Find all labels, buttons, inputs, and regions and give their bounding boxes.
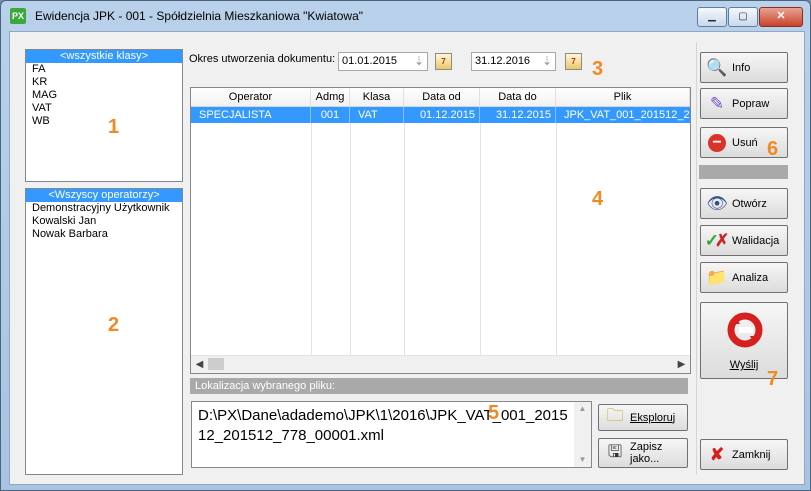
window-title: Ewidencja JPK - 001 - Spółdzielnia Miesz… — [35, 9, 364, 23]
explore-label: Eksploruj — [630, 411, 676, 424]
close-label: Zamknij — [732, 448, 771, 461]
column-header-data-od[interactable]: Data od — [404, 88, 480, 106]
cell-data-od: 01.12.2015 — [404, 107, 480, 123]
cell-klasa: VAT — [350, 107, 404, 123]
operator-item[interactable]: Kowalski Jan — [26, 215, 182, 228]
eye-icon: 👁 — [706, 193, 728, 213]
open-label: Otwórz — [732, 197, 767, 210]
column-header-admg[interactable]: Admg — [311, 88, 350, 106]
cell-data-do: 31.12.2015 — [480, 107, 556, 123]
period-label: Okres utworzenia dokumentu: — [189, 53, 336, 65]
file-path-textbox[interactable]: D:\PX\Dane\adademo\JPK\1\2016\JPK_VAT_00… — [191, 401, 592, 468]
cell-plik: JPK_VAT_001_201512_2 — [564, 109, 690, 121]
folder-icon: 🗀 — [606, 406, 624, 425]
delete-label: Usuń — [732, 136, 758, 149]
open-button[interactable]: 👁 Otwórz — [700, 188, 788, 219]
grid-header: Operator Admg Klasa Data od Data do Plik — [191, 88, 690, 107]
operator-item[interactable]: <Wszyscy operatorzy> — [26, 189, 182, 202]
explore-button[interactable]: 🗀 Eksploruj — [598, 404, 688, 431]
marker-3: 3 — [592, 58, 604, 80]
close-x-icon: ✘ — [709, 444, 725, 464]
operator-item[interactable]: Nowak Barbara — [26, 228, 182, 241]
edit-label: Popraw — [732, 97, 770, 110]
minimize-button[interactable]: ▁ — [697, 7, 727, 27]
class-listbox[interactable]: <wszystkie klasy> FA KR MAG VAT WB — [25, 49, 183, 182]
column-divider — [311, 123, 312, 356]
location-label-bar: Lokalizacja wybranego pliku: — [190, 378, 688, 394]
cell-operator: SPECJALISTA — [191, 107, 311, 123]
scroll-up-icon[interactable]: ▲ — [574, 402, 591, 416]
horizontal-scrollbar[interactable]: ◀ ▶ — [191, 355, 690, 373]
close-window-button[interactable]: ✕ — [759, 7, 803, 27]
class-item[interactable]: MAG — [26, 89, 182, 102]
column-header-klasa[interactable]: Klasa — [350, 88, 404, 106]
calendar-from-icon[interactable]: 7 — [435, 53, 452, 70]
marker-5: 5 — [488, 402, 500, 424]
class-item[interactable]: VAT — [26, 102, 182, 115]
marker-2: 2 — [108, 314, 120, 336]
documents-grid[interactable]: Operator Admg Klasa Data od Data do Plik… — [190, 87, 691, 374]
class-item[interactable]: KR — [26, 76, 182, 89]
column-header-data-do[interactable]: Data do — [480, 88, 556, 106]
magnifier-icon: 🔍 — [706, 57, 728, 77]
marker-7: 7 — [767, 368, 779, 390]
cell-admg: 001 — [311, 107, 350, 123]
title-bar[interactable]: PX Ewidencja JPK - 001 - Spółdzielnia Mi… — [1, 1, 810, 31]
validate-button[interactable]: ✓ ✗ Walidacja — [700, 225, 788, 256]
refresh-arrows-icon — [726, 311, 764, 349]
binder-icon: 📁 — [706, 267, 728, 287]
dropdown-arrow-icon[interactable]: ⇣ — [542, 53, 552, 70]
panel-separator — [699, 165, 788, 179]
analyze-button[interactable]: 📁 Analiza — [700, 262, 788, 293]
marker-1: 1 — [108, 116, 120, 138]
floppy-disk-icon: 🖫 — [607, 441, 623, 461]
dropdown-arrow-icon[interactable]: ⇣ — [414, 53, 424, 70]
column-divider — [480, 123, 481, 356]
marker-6: 6 — [767, 138, 779, 160]
save-as-label: Zapisz jako... — [630, 441, 663, 465]
scroll-down-icon[interactable]: ▼ — [574, 453, 591, 467]
date-to-value: 31.12.2016 — [475, 55, 531, 67]
operator-item[interactable]: Demonstracyjny Użytkownik — [26, 202, 182, 215]
column-header-operator[interactable]: Operator — [191, 88, 311, 106]
vertical-scrollbar[interactable]: ▲ ▼ — [574, 402, 591, 467]
info-label: Info — [732, 61, 751, 74]
marker-4: 4 — [592, 188, 604, 210]
operator-listbox[interactable]: <Wszyscy operatorzy> Demonstracyjny Użyt… — [25, 188, 183, 475]
calendar-to-icon[interactable]: 7 — [565, 53, 582, 70]
close-button[interactable]: ✘ Zamknij — [700, 439, 788, 470]
app-icon: PX — [10, 8, 26, 24]
column-divider — [404, 123, 405, 356]
date-from-value: 01.01.2015 — [342, 55, 398, 67]
class-item[interactable]: FA — [26, 63, 182, 76]
file-path-text: D:\PX\Dane\adademo\JPK\1\2016\JPK_VAT_00… — [198, 407, 568, 444]
table-row[interactable]: SPECJALISTA 001 VAT 01.12.2015 31.12.201… — [191, 107, 690, 123]
minus-circle-icon: − — [706, 132, 728, 154]
date-from-field[interactable]: 01.01.2015 ⇣ — [338, 52, 428, 71]
scroll-right-icon[interactable]: ▶ — [673, 356, 690, 373]
app-window: PX Ewidencja JPK - 001 - Spółdzielnia Mi… — [0, 0, 811, 491]
maximize-button[interactable]: ▢ — [728, 7, 758, 27]
client-area: <wszystkie klasy> FA KR MAG VAT WB 1 <Ws… — [9, 31, 805, 485]
validate-label: Walidacja — [732, 234, 780, 247]
check-cross-icon: ✓ ✗ — [704, 230, 730, 250]
edit-button[interactable]: ✎ Popraw — [700, 88, 788, 119]
column-divider — [556, 123, 557, 356]
column-header-plik[interactable]: Plik — [556, 88, 690, 106]
class-item[interactable]: <wszystkie klasy> — [26, 50, 182, 63]
analyze-label: Analiza — [732, 271, 769, 284]
pencil-icon: ✎ — [709, 93, 725, 113]
date-to-field[interactable]: 31.12.2016 ⇣ — [471, 52, 556, 71]
scroll-thumb[interactable] — [208, 358, 224, 370]
column-divider — [350, 123, 351, 356]
save-as-button[interactable]: 🖫 Zapisz jako... — [598, 438, 688, 468]
scroll-left-icon[interactable]: ◀ — [191, 356, 208, 373]
class-item[interactable]: WB — [26, 115, 182, 128]
info-button[interactable]: 🔍 Info — [700, 52, 788, 83]
